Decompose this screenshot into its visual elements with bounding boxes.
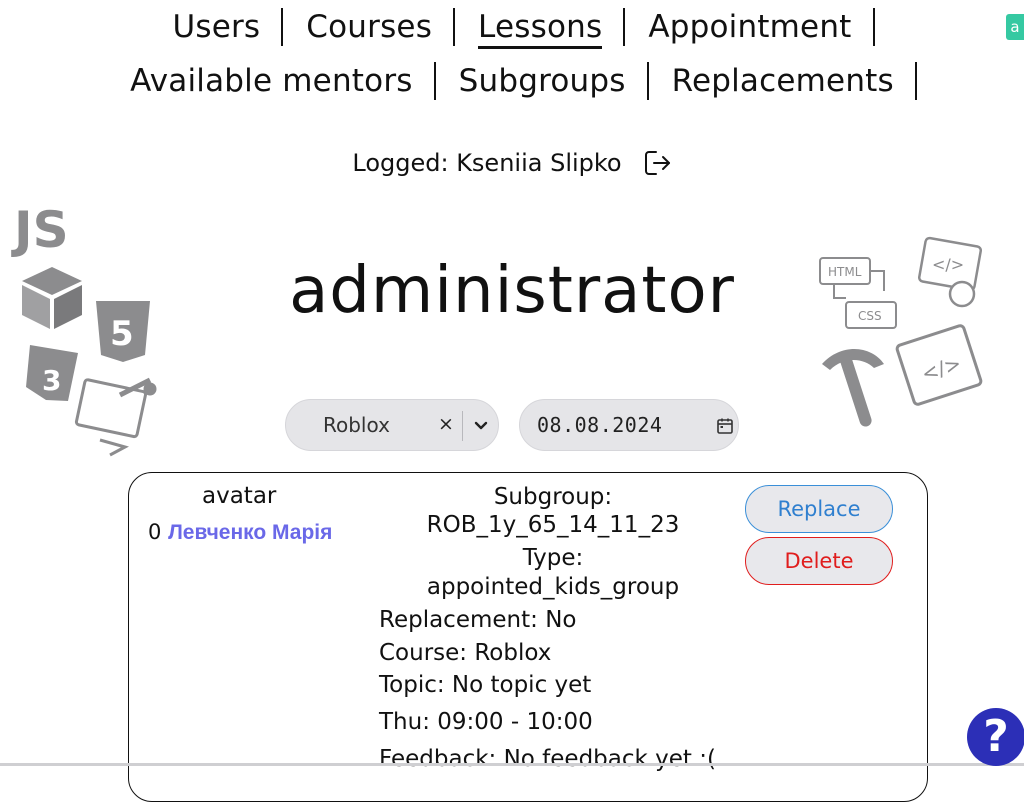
chevron-down-icon[interactable] <box>472 416 490 434</box>
nav-courses-label: Courses <box>306 9 433 45</box>
replace-button[interactable]: Replace <box>745 485 893 533</box>
extension-badge[interactable]: a <box>1006 14 1024 40</box>
time-info: Thu: 09:00 - 10:00 <box>379 709 593 735</box>
css3-icon: 3 <box>26 345 78 401</box>
nav-users-label: Users <box>172 9 261 45</box>
date-picker-value: 08.08.2024 <box>537 413 663 437</box>
logged-user-bar: Logged: Kseniia Slipko <box>0 148 1024 178</box>
svg-text:HTML: HTML <box>828 265 862 279</box>
decorative-tech-icons-left: JS 5 3 <box>11 201 157 457</box>
nav-replacements[interactable]: Replacements <box>649 58 918 104</box>
cube-icon <box>22 267 82 329</box>
html5-icon: 5 <box>96 301 150 362</box>
feedback-info: Feedback: No feedback yet :( <box>379 746 716 772</box>
logged-user-label: Logged: Kseniia Slipko <box>352 149 622 177</box>
pickaxe-icon <box>822 348 884 427</box>
topic-info: Topic: No topic yet <box>379 672 592 698</box>
delete-button[interactable]: Delete <box>745 537 893 585</box>
avatar: avatar <box>202 483 277 509</box>
nav-appointment-label: Appointment <box>648 9 852 45</box>
date-picker[interactable]: 08.08.2024 <box>519 399 739 451</box>
help-button[interactable]: ? <box>967 708 1024 766</box>
nav-subgroups-label: Subgroups <box>458 63 626 99</box>
computer-design-icon <box>74 377 157 457</box>
nav-appointment[interactable]: Appointment <box>625 4 875 50</box>
type-label: Type: <box>522 545 584 571</box>
svg-text:5: 5 <box>110 314 134 354</box>
calendar-icon[interactable] <box>716 417 734 435</box>
decorative-tech-icons-right: HTML CSS </> </> <box>819 236 983 427</box>
nav-courses[interactable]: Courses <box>283 4 455 50</box>
svg-text:3: 3 <box>42 364 61 397</box>
course-info: Course: Roblox <box>379 640 552 666</box>
html-tag-icon: HTML CSS <box>819 257 897 329</box>
logout-icon[interactable] <box>642 148 672 178</box>
nav-subgroups[interactable]: Subgroups <box>436 58 649 104</box>
nav-replacements-label: Replacements <box>671 63 894 99</box>
nav-row-2: Available mentors Subgroups Replacements <box>0 58 1024 104</box>
svg-text:</>: </> <box>918 351 964 386</box>
svg-text:CSS: CSS <box>858 309 882 323</box>
viewport-bottom-divider <box>0 763 1024 766</box>
replacement-info: Replacement: No <box>379 607 577 633</box>
course-select[interactable]: Roblox × <box>285 399 499 451</box>
subgroup-value: ROB_1y_65_14_11_23 <box>426 512 680 538</box>
student-index: 0 <box>148 520 162 544</box>
student-name-link[interactable]: Левченко Марія <box>168 521 332 544</box>
nav-available-mentors[interactable]: Available mentors <box>107 58 436 104</box>
course-select-value: Roblox <box>323 413 390 437</box>
svg-text:JS: JS <box>11 201 69 259</box>
code-controller-icon: </> <box>917 236 983 308</box>
nav-lessons[interactable]: Lessons <box>455 4 626 50</box>
code-window-icon: </> <box>895 324 983 406</box>
nav-available-mentors-label: Available mentors <box>130 63 413 99</box>
select-divider <box>462 411 463 441</box>
subgroup-label: Subgroup: <box>493 484 613 510</box>
nav-lessons-label: Lessons <box>478 9 603 49</box>
svg-text:</>: </> <box>932 255 964 274</box>
type-value: appointed_kids_group <box>426 574 680 600</box>
student-entry: 0 Левченко Марія <box>148 520 332 545</box>
nav-row-1: Users Courses Lessons Appointment <box>0 4 1024 50</box>
nav-users[interactable]: Users <box>149 4 284 50</box>
clear-selection-icon[interactable]: × <box>438 413 454 435</box>
